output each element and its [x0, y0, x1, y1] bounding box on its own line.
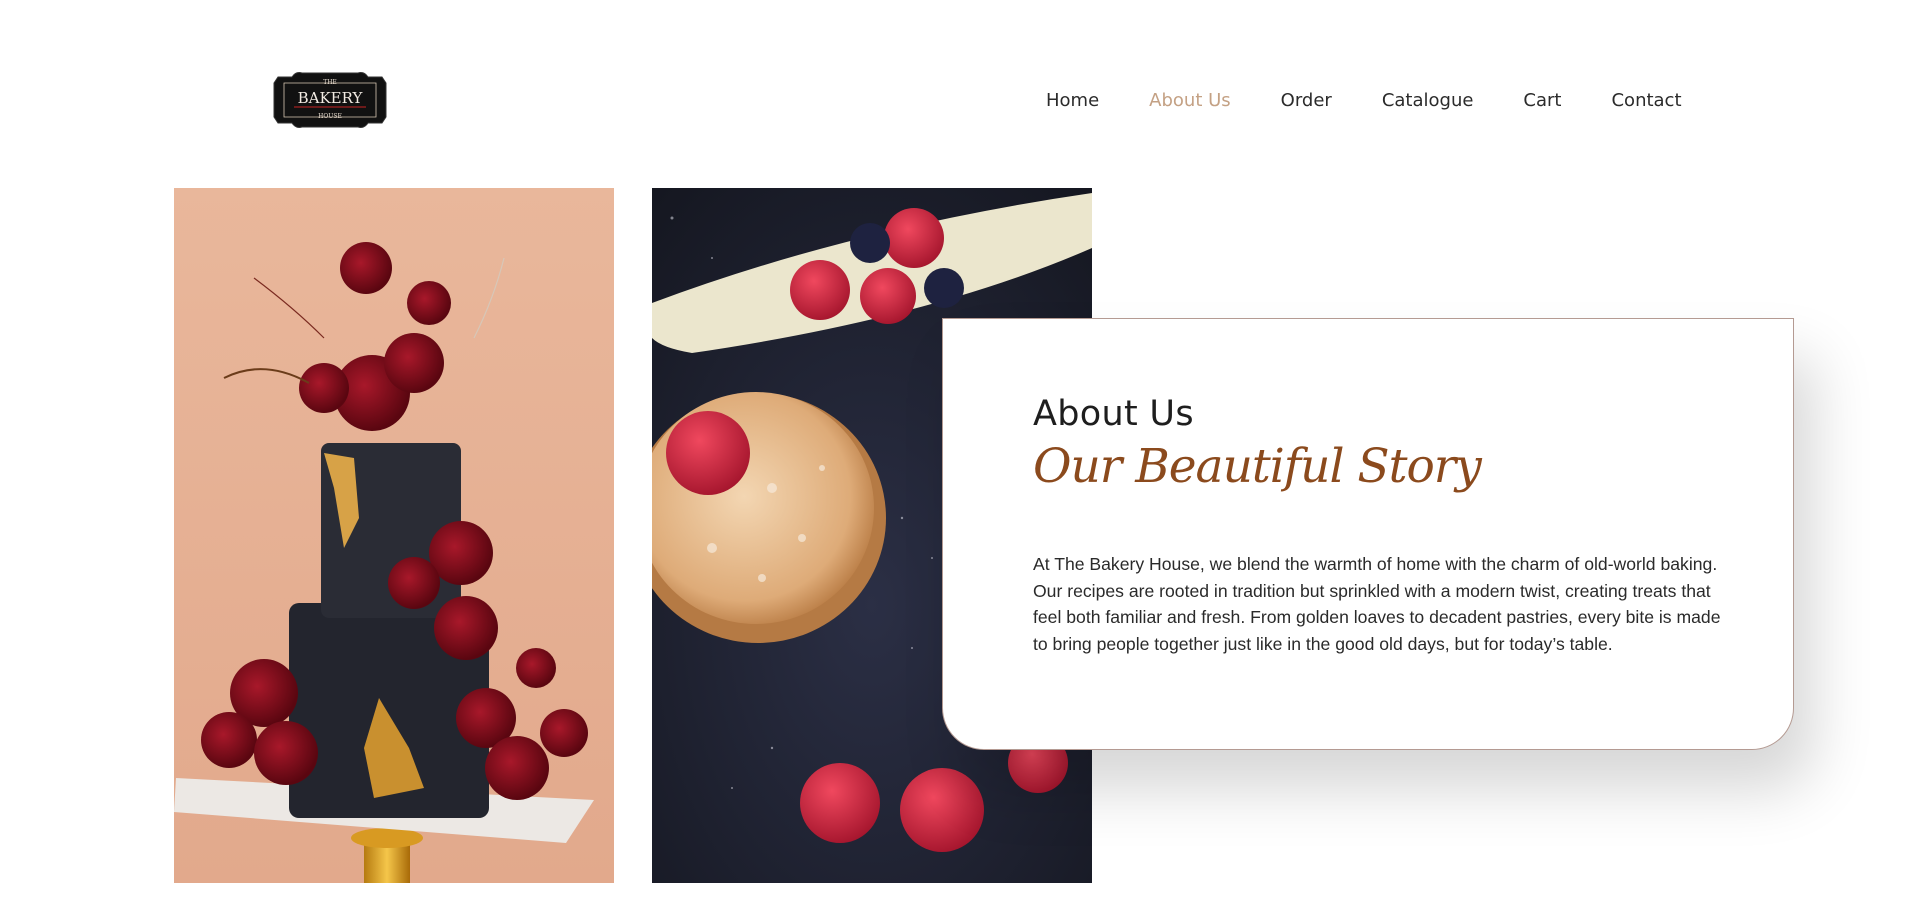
- logo-text-bottom: HOUSE: [318, 113, 342, 120]
- nav-about-us[interactable]: About Us: [1149, 86, 1231, 116]
- logo-text-main: BAKERY: [298, 89, 364, 107]
- about-card: About Us Our Beautiful Story At The Bake…: [942, 318, 1794, 750]
- nav-contact[interactable]: Contact: [1611, 86, 1681, 116]
- logo-text-top: THE: [323, 79, 337, 86]
- main-nav: Home About Us Order Catalogue Cart Conta…: [1046, 86, 1682, 116]
- nav-catalogue[interactable]: Catalogue: [1382, 86, 1474, 116]
- about-title: About Us: [1033, 394, 1194, 434]
- bakery-logo[interactable]: THE BAKERY HOUSE: [268, 69, 392, 131]
- about-body: At The Bakery House, we blend the warmth…: [1033, 554, 1721, 654]
- nav-home[interactable]: Home: [1046, 86, 1099, 116]
- nav-order[interactable]: Order: [1281, 86, 1332, 116]
- cake-photo: [174, 188, 614, 883]
- nav-cart[interactable]: Cart: [1523, 86, 1561, 116]
- about-subtitle: Our Beautiful Story: [1033, 439, 1482, 494]
